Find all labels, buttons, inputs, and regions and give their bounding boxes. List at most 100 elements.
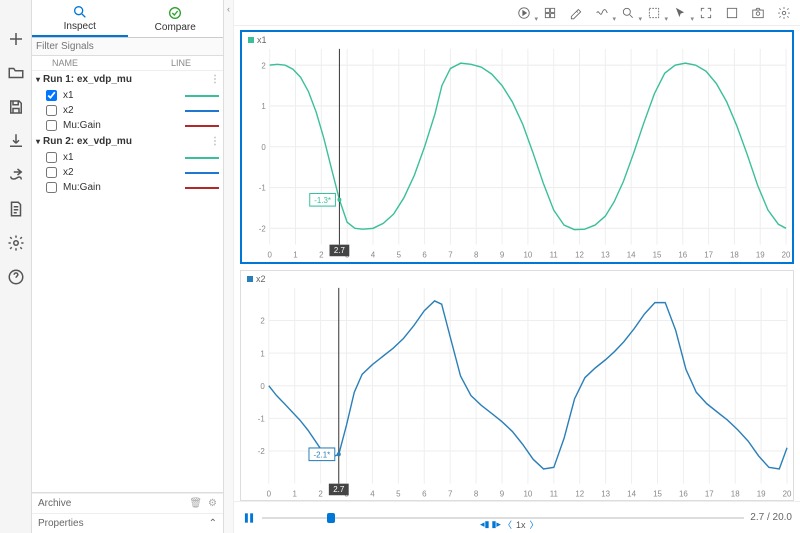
svg-text:8: 8 bbox=[474, 489, 479, 498]
run-options-icon[interactable]: ⋮ bbox=[210, 74, 219, 85]
svg-text:16: 16 bbox=[678, 250, 687, 259]
slider-thumb[interactable] bbox=[327, 513, 335, 523]
svg-text:10: 10 bbox=[524, 489, 533, 498]
replay-icon[interactable] bbox=[516, 5, 532, 21]
signal-checkbox[interactable] bbox=[46, 120, 57, 131]
chevron-down-icon: ▾ bbox=[36, 75, 40, 84]
step-back-fast-icon[interactable]: ◂▮ bbox=[480, 519, 489, 530]
chart-x1[interactable]: x1 01234567891011121314151617181920-2-10… bbox=[240, 30, 794, 264]
fit-icon[interactable] bbox=[724, 5, 740, 21]
settings-icon[interactable] bbox=[5, 232, 27, 254]
svg-text:1: 1 bbox=[293, 489, 298, 498]
signal-checkbox[interactable] bbox=[46, 90, 57, 101]
svg-text:14: 14 bbox=[627, 250, 636, 259]
svg-text:2.7: 2.7 bbox=[333, 484, 344, 493]
archive-gear-icon[interactable]: ⚙ bbox=[208, 498, 217, 509]
signal-name: x2 bbox=[63, 167, 185, 178]
archive-label: Archive bbox=[38, 498, 71, 509]
export-icon[interactable] bbox=[5, 164, 27, 186]
svg-text:-2.1*: -2.1* bbox=[314, 450, 332, 459]
run-label: Run 1: ex_vdp_mu bbox=[43, 74, 132, 85]
signal-color-swatch bbox=[185, 125, 219, 127]
archive-section[interactable]: Archive 🗑 ⚙ bbox=[32, 493, 223, 513]
signal-type-icon[interactable] bbox=[594, 5, 610, 21]
svg-text:1: 1 bbox=[261, 102, 266, 111]
svg-text:7: 7 bbox=[448, 489, 453, 498]
signal-name: x1 bbox=[63, 152, 185, 163]
properties-section[interactable]: Properties ⌃ bbox=[32, 513, 223, 533]
help-icon[interactable] bbox=[5, 266, 27, 288]
svg-text:-2: -2 bbox=[259, 224, 266, 233]
svg-text:15: 15 bbox=[653, 489, 662, 498]
signal-color-swatch bbox=[185, 110, 219, 112]
svg-text:0: 0 bbox=[261, 143, 266, 152]
add-icon[interactable] bbox=[5, 28, 27, 50]
svg-text:2.7: 2.7 bbox=[334, 246, 345, 255]
svg-text:13: 13 bbox=[601, 250, 610, 259]
svg-text:9: 9 bbox=[500, 250, 505, 259]
svg-text:0: 0 bbox=[260, 381, 265, 390]
svg-text:-2: -2 bbox=[258, 446, 265, 455]
svg-text:13: 13 bbox=[601, 489, 610, 498]
expand-icon[interactable] bbox=[698, 5, 714, 21]
step-fwd-icon[interactable]: 〉 bbox=[530, 518, 539, 531]
region-icon[interactable] bbox=[646, 5, 662, 21]
tab-compare-label: Compare bbox=[155, 22, 196, 33]
zoom-icon[interactable] bbox=[620, 5, 636, 21]
report-icon[interactable] bbox=[5, 198, 27, 220]
step-controls: ◂▮ ▮▸ 〈 1x 〉 bbox=[480, 518, 539, 531]
svg-text:20: 20 bbox=[783, 489, 792, 498]
clear-icon[interactable] bbox=[568, 5, 584, 21]
signal-row[interactable]: x1 bbox=[32, 150, 223, 165]
signal-checkbox[interactable] bbox=[46, 167, 57, 178]
svg-text:6: 6 bbox=[422, 250, 427, 259]
svg-text:-1.3*: -1.3* bbox=[314, 196, 331, 205]
step-fwd-fast-icon[interactable]: ▮▸ bbox=[491, 519, 500, 530]
signal-name: Mu:Gain bbox=[63, 182, 185, 193]
svg-text:2: 2 bbox=[319, 250, 324, 259]
signal-row[interactable]: Mu:Gain bbox=[32, 180, 223, 195]
tab-inspect[interactable]: Inspect bbox=[32, 0, 128, 37]
signal-checkbox[interactable] bbox=[46, 182, 57, 193]
svg-text:8: 8 bbox=[474, 250, 479, 259]
step-back-icon[interactable]: 〈 bbox=[503, 518, 512, 531]
svg-text:1: 1 bbox=[260, 349, 265, 358]
prefs-icon[interactable] bbox=[776, 5, 792, 21]
svg-text:19: 19 bbox=[757, 489, 766, 498]
signal-row[interactable]: x2 bbox=[32, 165, 223, 180]
svg-text:18: 18 bbox=[730, 250, 739, 259]
svg-text:19: 19 bbox=[756, 250, 765, 259]
signal-tree: ▾Run 1: ex_vdp_mu ⋮ x1 x2 Mu:Gain ▾Run 2: ex_… bbox=[32, 71, 223, 492]
properties-label: Properties bbox=[38, 518, 84, 529]
run-header[interactable]: ▾Run 1: ex_vdp_mu ⋮ bbox=[32, 71, 223, 88]
svg-text:15: 15 bbox=[653, 250, 662, 259]
signal-name: Mu:Gain bbox=[63, 120, 185, 131]
tab-compare[interactable]: Compare bbox=[128, 0, 224, 37]
signal-row[interactable]: x2 bbox=[32, 103, 223, 118]
signal-checkbox[interactable] bbox=[46, 152, 57, 163]
cursor-icon[interactable] bbox=[672, 5, 688, 21]
signal-name: x2 bbox=[63, 105, 185, 116]
import-icon[interactable] bbox=[5, 130, 27, 152]
signal-row[interactable]: x1 bbox=[32, 88, 223, 103]
pause-button[interactable] bbox=[242, 511, 256, 525]
chevron-up-icon: ⌃ bbox=[209, 518, 217, 529]
signal-row[interactable]: Mu:Gain bbox=[32, 118, 223, 133]
run-header[interactable]: ▾Run 2: ex_vdp_mu⋮ bbox=[32, 133, 223, 150]
trash-icon[interactable]: 🗑 bbox=[189, 498, 202, 509]
snapshot-icon[interactable] bbox=[750, 5, 766, 21]
filter-signals-input[interactable] bbox=[32, 38, 223, 56]
folder-icon[interactable] bbox=[5, 62, 27, 84]
tab-inspect-label: Inspect bbox=[64, 21, 96, 32]
signal-color-swatch bbox=[185, 95, 219, 97]
run-options-icon[interactable]: ⋮ bbox=[210, 136, 219, 147]
svg-text:4: 4 bbox=[370, 489, 375, 498]
svg-text:9: 9 bbox=[500, 489, 505, 498]
panel-collapse-handle[interactable]: ‹ bbox=[224, 0, 234, 533]
layout-icon[interactable] bbox=[542, 5, 558, 21]
svg-text:12: 12 bbox=[575, 489, 584, 498]
header-name: NAME bbox=[36, 58, 171, 68]
save-icon[interactable] bbox=[5, 96, 27, 118]
chart-x2[interactable]: x2 01234567891011121314151617181920-2-10… bbox=[240, 270, 794, 502]
signal-checkbox[interactable] bbox=[46, 105, 57, 116]
